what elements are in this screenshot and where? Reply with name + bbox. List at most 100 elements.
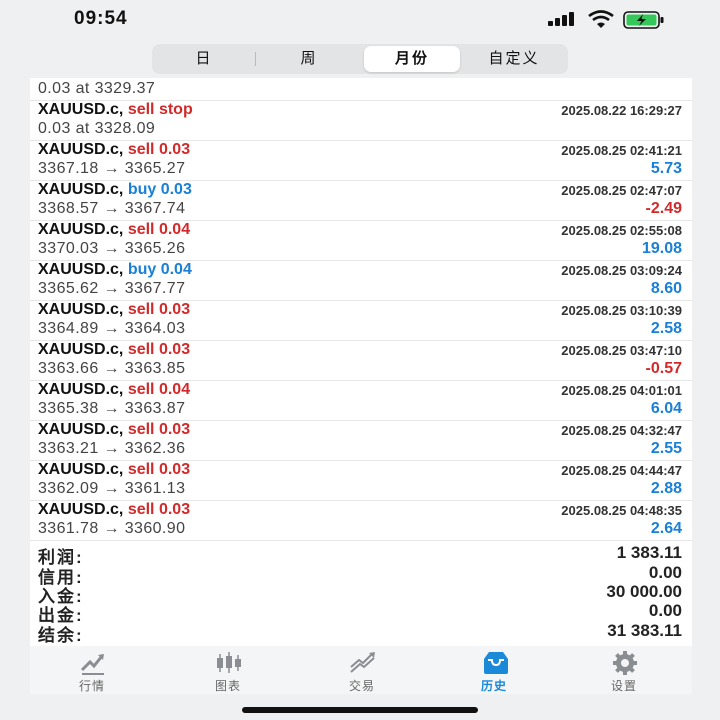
tab-label: 历史 bbox=[480, 679, 507, 693]
trade-prices: 3362.09 → 3361.13 bbox=[38, 480, 186, 497]
symbol-label: XAUUSD.c, bbox=[38, 381, 124, 398]
trade-prices: 3368.57 → 3367.74 bbox=[38, 200, 186, 217]
summary-value: 0.00 bbox=[648, 601, 682, 620]
list-item[interactable]: XAUUSD.c, sell 0.04 2025.08.25 02:55:08 33… bbox=[30, 220, 692, 261]
trade-action: buy 0.04 bbox=[127, 261, 192, 278]
summary-label: 结余: bbox=[38, 626, 84, 645]
summary-balance: 结余: 31 383.11 bbox=[30, 621, 692, 645]
tab-quotes[interactable]: 行情 bbox=[42, 646, 142, 694]
trade-profit: 5.73 bbox=[650, 160, 682, 177]
status-bar: 09:54 bbox=[0, 0, 720, 42]
trade-action: sell 0.03 bbox=[127, 141, 191, 158]
trade-prices: 3364.89 → 3364.03 bbox=[38, 320, 186, 337]
trade-date: 2025.08.25 03:47:10 bbox=[561, 343, 682, 358]
list-item[interactable]: XAUUSD.c, sell 0.03 2025.08.25 03:10:39 33… bbox=[30, 300, 692, 341]
trade-action: sell 0.03 bbox=[127, 461, 191, 478]
tab-history[interactable]: 历史 bbox=[444, 646, 544, 694]
trade-date: 2025.08.25 04:32:47 bbox=[561, 423, 682, 438]
segment-week[interactable]: 周 bbox=[256, 46, 362, 72]
trade-title: XAUUSD.c, sell 0.03 bbox=[38, 341, 190, 359]
symbol-label: XAUUSD.c, bbox=[38, 141, 124, 158]
trade-profit: 2.88 bbox=[650, 480, 682, 497]
symbol-label: XAUUSD.c, bbox=[38, 301, 124, 318]
summary-value: 1 383.11 bbox=[616, 543, 682, 562]
history-icon bbox=[484, 652, 508, 674]
summary-value: 0.00 bbox=[648, 563, 682, 582]
trade-profit: 2.55 bbox=[650, 440, 682, 457]
segment-custom[interactable]: 自定义 bbox=[462, 46, 566, 72]
order-price: 0.03 at 3329.37 bbox=[38, 80, 156, 97]
trade-date: 2025.08.25 02:41:21 bbox=[561, 143, 682, 158]
list-item[interactable]: XAUUSD.c, sell 0.03 2025.08.25 04:44:47 33… bbox=[30, 460, 692, 501]
tab-chart[interactable]: 图表 bbox=[178, 646, 278, 694]
summary-profit: 利润: 1 383.11 bbox=[30, 543, 692, 567]
tab-settings[interactable]: 设置 bbox=[574, 646, 674, 694]
tab-trade[interactable]: 交易 bbox=[312, 646, 412, 694]
trade-profit: 19.08 bbox=[641, 240, 682, 257]
symbol-label: XAUUSD.c, bbox=[38, 261, 124, 278]
symbol-label: XAUUSD.c, bbox=[38, 101, 124, 118]
list-item[interactable]: XAUUSD.c, sell 0.04 2025.08.25 04:01:01 33… bbox=[30, 380, 692, 421]
history-list: 0.03 at 3329.37 XAUUSD.c, sell stop 2025… bbox=[30, 78, 692, 646]
trade-date: 2025.08.25 04:44:47 bbox=[561, 463, 682, 478]
summary-deposit: 入金: 30 000.00 bbox=[30, 582, 692, 606]
trade-profit: 2.64 bbox=[650, 520, 682, 537]
quotes-icon bbox=[80, 654, 104, 675]
trade-profit: -2.49 bbox=[645, 200, 682, 217]
trade-title: XAUUSD.c, sell 0.03 bbox=[38, 421, 190, 439]
tab-label: 设置 bbox=[610, 679, 637, 693]
summary-value: 31 383.11 bbox=[607, 621, 682, 640]
trade-date: 2025.08.25 03:09:24 bbox=[561, 263, 682, 278]
list-item[interactable]: XAUUSD.c, buy 0.04 2025.08.25 03:09:24 336… bbox=[30, 260, 692, 301]
trade-profit: 6.04 bbox=[650, 400, 682, 417]
symbol-label: XAUUSD.c, bbox=[38, 221, 124, 238]
summary-value: 30 000.00 bbox=[606, 582, 682, 601]
symbol-label: XAUUSD.c, bbox=[38, 501, 124, 518]
trade-title: XAUUSD.c, sell 0.04 bbox=[38, 221, 190, 239]
list-item[interactable]: XAUUSD.c, sell 0.03 2025.08.25 02:41:21 33… bbox=[30, 140, 692, 181]
trade-action: sell 0.03 bbox=[127, 301, 191, 318]
screen: 09:54 日 周 月份 自定义 0.03 at 3329.37 XAUUSD.… bbox=[0, 0, 720, 720]
status-time: 09:54 bbox=[74, 8, 128, 29]
summary-credit: 信用: 0.00 bbox=[30, 563, 692, 587]
trade-icon bbox=[350, 652, 375, 673]
symbol-label: XAUUSD.c, bbox=[38, 421, 124, 438]
trade-prices: 3363.66 → 3363.85 bbox=[38, 360, 186, 377]
tab-label: 行情 bbox=[78, 679, 105, 693]
symbol-label: XAUUSD.c, bbox=[38, 461, 124, 478]
trade-action: sell 0.03 bbox=[127, 341, 191, 358]
trade-prices: 3365.62 → 3367.77 bbox=[38, 280, 186, 297]
trade-action: sell 0.03 bbox=[127, 501, 191, 518]
list-item[interactable]: XAUUSD.c, sell 0.03 2025.08.25 04:32:47 33… bbox=[30, 420, 692, 461]
trade-date: 2025.08.25 04:48:35 bbox=[561, 503, 682, 518]
trade-prices: 3365.38 → 3363.87 bbox=[38, 400, 186, 417]
list-item-partial[interactable]: 0.03 at 3329.37 bbox=[30, 78, 692, 101]
trade-prices: 3367.18 → 3365.27 bbox=[38, 160, 186, 177]
trade-title: XAUUSD.c, buy 0.04 bbox=[38, 261, 192, 279]
trade-title: XAUUSD.c, sell 0.03 bbox=[38, 141, 190, 159]
segment-month[interactable]: 月份 bbox=[364, 46, 460, 72]
trade-prices: 3361.78 → 3360.90 bbox=[38, 520, 186, 537]
trade-title: XAUUSD.c, sell 0.03 bbox=[38, 501, 190, 519]
segment-day[interactable]: 日 bbox=[154, 46, 254, 72]
trade-date: 2025.08.25 02:47:07 bbox=[561, 183, 682, 198]
trade-title: XAUUSD.c, sell 0.03 bbox=[38, 301, 190, 319]
list-item-pending-order[interactable]: XAUUSD.c, sell stop 2025.08.22 16:29:27 … bbox=[30, 100, 692, 141]
list-item[interactable]: XAUUSD.c, sell 0.03 2025.08.25 04:48:35 33… bbox=[30, 500, 692, 541]
settings-icon bbox=[613, 651, 637, 675]
cellular-signal-icon bbox=[548, 12, 578, 26]
trade-prices: 3363.21 → 3362.36 bbox=[38, 440, 186, 457]
period-segmented-control: 日 周 月份 自定义 bbox=[152, 44, 568, 74]
symbol-label: XAUUSD.c, bbox=[38, 181, 124, 198]
trade-action: buy 0.03 bbox=[127, 181, 192, 198]
trade-action: sell 0.04 bbox=[127, 381, 191, 398]
summary-withdrawal: 出金: 0.00 bbox=[30, 601, 692, 625]
chart-icon bbox=[217, 652, 241, 673]
symbol-label: XAUUSD.c, bbox=[38, 341, 124, 358]
trade-profit: 2.58 bbox=[650, 320, 682, 337]
tab-label: 交易 bbox=[348, 679, 375, 693]
order-date: 2025.08.22 16:29:27 bbox=[561, 103, 682, 118]
list-item[interactable]: XAUUSD.c, sell 0.03 2025.08.25 03:47:10 33… bbox=[30, 340, 692, 381]
tab-label: 图表 bbox=[214, 679, 241, 693]
list-item[interactable]: XAUUSD.c, buy 0.03 2025.08.25 02:47:07 336… bbox=[30, 180, 692, 221]
